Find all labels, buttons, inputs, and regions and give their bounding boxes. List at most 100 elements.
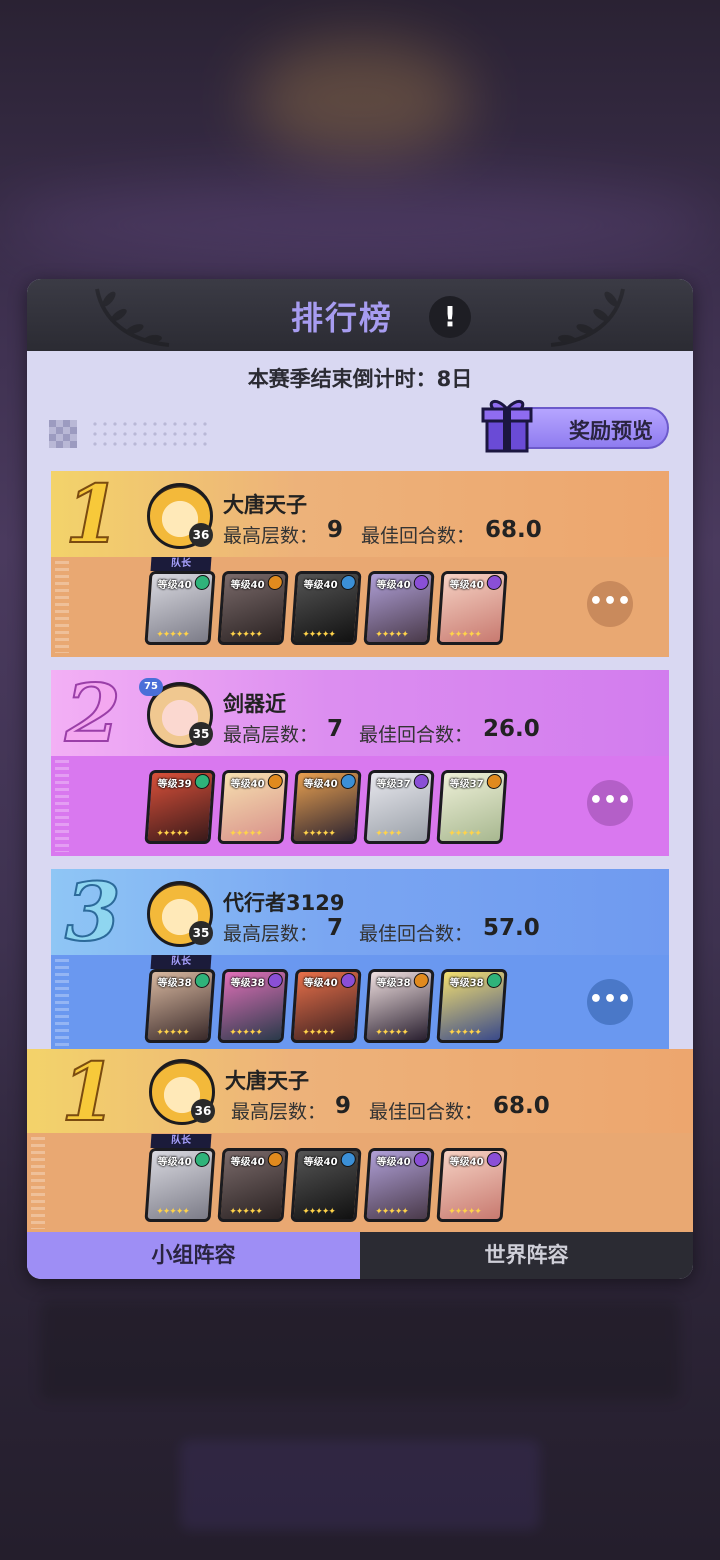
lineup-tabs: 小组阵容 世界阵容 — [27, 1232, 693, 1279]
element-icon — [486, 575, 503, 590]
hero-level-label: 等级40 — [376, 580, 411, 591]
hero-level-label: 等级40 — [449, 1157, 484, 1168]
hero-card[interactable]: 等级40 ✦✦✦✦✦ — [144, 571, 216, 645]
avatar-level-badge: 35 — [189, 921, 213, 945]
hero-card[interactable]: 等级40 ✦✦✦✦✦ — [217, 1148, 289, 1222]
decorative-dots — [49, 420, 207, 448]
hero-level-label: 等级38 — [230, 978, 265, 989]
element-icon — [413, 1152, 430, 1167]
max-floor-value: 7 — [327, 716, 344, 742]
max-floor-label: 最高层数： — [231, 1101, 327, 1123]
hero-stars: ✦✦✦✦✦ — [374, 1207, 409, 1217]
max-floor-value: 7 — [327, 915, 344, 941]
hero-card[interactable]: 等级38 ✦✦✦✦✦ — [144, 969, 216, 1043]
hero-level-label: 等级40 — [230, 779, 265, 790]
hero-card[interactable]: 等级40 ✦✦✦✦✦ — [217, 571, 289, 645]
hero-level-label: 等级40 — [303, 779, 338, 790]
hero-level-label: 等级40 — [376, 1157, 411, 1168]
more-options-button[interactable]: ••• — [587, 581, 633, 627]
player-name: 大唐天子 — [223, 493, 307, 517]
tab-group-lineup[interactable]: 小组阵容 — [27, 1232, 360, 1279]
leaderboard-entry-1[interactable]: 1 36 大唐天子 最高层数： 9 最佳回合数： 68.0 等级40 ✦✦✦✦✦ … — [51, 471, 669, 657]
hero-card[interactable]: 等级40 ✦✦✦✦✦ — [217, 770, 289, 844]
hero-stars: ✦✦✦✦✦ — [447, 829, 482, 839]
best-rounds-label: 最佳回合数： — [359, 923, 474, 945]
element-icon — [486, 1152, 503, 1167]
more-options-button[interactable]: ••• — [587, 780, 633, 826]
hero-level-label: 等级39 — [157, 779, 192, 790]
hero-level-label: 等级38 — [376, 978, 411, 989]
rank-number: 3 — [64, 869, 122, 959]
hero-card[interactable]: 等级40 ✦✦✦✦✦ — [144, 1148, 216, 1222]
hero-card[interactable]: 等级40 ✦✦✦✦✦ — [290, 571, 362, 645]
best-rounds-value: 26.0 — [483, 716, 540, 742]
panel-header: 排行榜 ! — [27, 279, 693, 351]
hero-card[interactable]: 等级38 ✦✦✦✦✦ — [363, 969, 435, 1043]
gift-icon — [481, 400, 533, 453]
hero-level-label: 等级40 — [157, 1157, 192, 1168]
avatar-level-badge: 36 — [189, 523, 213, 547]
best-rounds-label: 最佳回合数： — [359, 724, 474, 746]
leaderboard-entry-2[interactable]: 2 75 35 剑器近 最高层数： 7 最佳回合数： 26.0 等级39 ✦✦✦✦… — [51, 670, 669, 856]
hero-card[interactable]: 等级40 ✦✦✦✦✦ — [290, 969, 362, 1043]
element-icon — [486, 774, 503, 789]
panel-title: 排行榜 — [290, 299, 393, 337]
hero-card[interactable]: 等级37 ✦✦✦✦ — [363, 770, 435, 844]
hero-stars: ✦✦✦✦✦ — [228, 630, 263, 640]
tab-world-lineup[interactable]: 世界阵容 — [360, 1232, 693, 1279]
best-rounds-value: 57.0 — [483, 915, 540, 941]
element-icon — [340, 575, 357, 590]
hero-card[interactable]: 等级40 ✦✦✦✦✦ — [436, 1148, 508, 1222]
hero-card[interactable]: 等级40 ✦✦✦✦✦ — [363, 1148, 435, 1222]
info-icon[interactable]: ! — [429, 296, 471, 338]
hero-stars: ✦✦✦✦✦ — [155, 1207, 190, 1217]
captain-tag: 队长 — [150, 1134, 212, 1148]
hero-stars: ✦✦✦✦✦ — [374, 1028, 409, 1038]
element-icon — [194, 1152, 211, 1167]
entry-header — [27, 1049, 693, 1133]
hero-stars: ✦✦✦✦✦ — [301, 1028, 336, 1038]
max-floor-label: 最高层数： — [223, 923, 319, 945]
hero-stars: ✦✦✦✦✦ — [301, 630, 336, 640]
vip-badge: 75 — [139, 678, 163, 696]
background-blur — [40, 1300, 680, 1400]
element-icon — [267, 575, 284, 590]
element-icon — [267, 1152, 284, 1167]
reward-preview-button[interactable]: 奖励预览 — [481, 400, 669, 453]
element-icon — [413, 774, 430, 789]
decorative-stripe — [55, 760, 69, 852]
element-icon — [267, 973, 284, 988]
captain-tag: 队长 — [150, 955, 212, 969]
best-rounds-label: 最佳回合数： — [361, 525, 476, 547]
background-glow — [0, 180, 720, 270]
avatar-level-badge: 35 — [189, 722, 213, 746]
hero-card[interactable]: 等级39 ✦✦✦✦✦ — [144, 770, 216, 844]
element-icon — [413, 973, 430, 988]
player-name: 代行者3129 — [223, 891, 345, 915]
max-floor-label: 最高层数： — [223, 724, 319, 746]
hero-card[interactable]: 等级37 ✦✦✦✦✦ — [436, 770, 508, 844]
max-floor-value: 9 — [335, 1093, 352, 1119]
hero-card[interactable]: 等级40 ✦✦✦✦✦ — [436, 571, 508, 645]
element-icon — [413, 575, 430, 590]
entry-lineup — [27, 1133, 693, 1232]
hero-card[interactable]: 等级40 ✦✦✦✦✦ — [290, 1148, 362, 1222]
element-icon — [340, 973, 357, 988]
hero-stars: ✦✦✦✦ — [374, 829, 402, 839]
element-icon — [194, 774, 211, 789]
my-rank-entry[interactable]: 1 36 大唐天子 最高层数： 9 最佳回合数： 68.0 等级40 ✦✦✦✦✦ … — [27, 1049, 693, 1232]
hero-stars: ✦✦✦✦✦ — [228, 829, 263, 839]
hero-card[interactable]: 等级40 ✦✦✦✦✦ — [290, 770, 362, 844]
player-name: 大唐天子 — [225, 1069, 309, 1093]
background-glow — [250, 40, 470, 160]
more-options-button[interactable]: ••• — [587, 979, 633, 1025]
hero-level-label: 等级40 — [230, 580, 265, 591]
hero-level-label: 等级40 — [303, 1157, 338, 1168]
hero-card[interactable]: 等级40 ✦✦✦✦✦ — [363, 571, 435, 645]
hero-stars: ✦✦✦✦✦ — [301, 1207, 336, 1217]
hero-card[interactable]: 等级38 ✦✦✦✦✦ — [217, 969, 289, 1043]
element-icon — [267, 774, 284, 789]
avatar-level-badge: 36 — [191, 1099, 215, 1123]
leaderboard-entry-3[interactable]: 3 35 代行者3129 最高层数： 7 最佳回合数： 57.0 等级38 ✦✦✦… — [51, 869, 669, 1055]
hero-card[interactable]: 等级38 ✦✦✦✦✦ — [436, 969, 508, 1043]
